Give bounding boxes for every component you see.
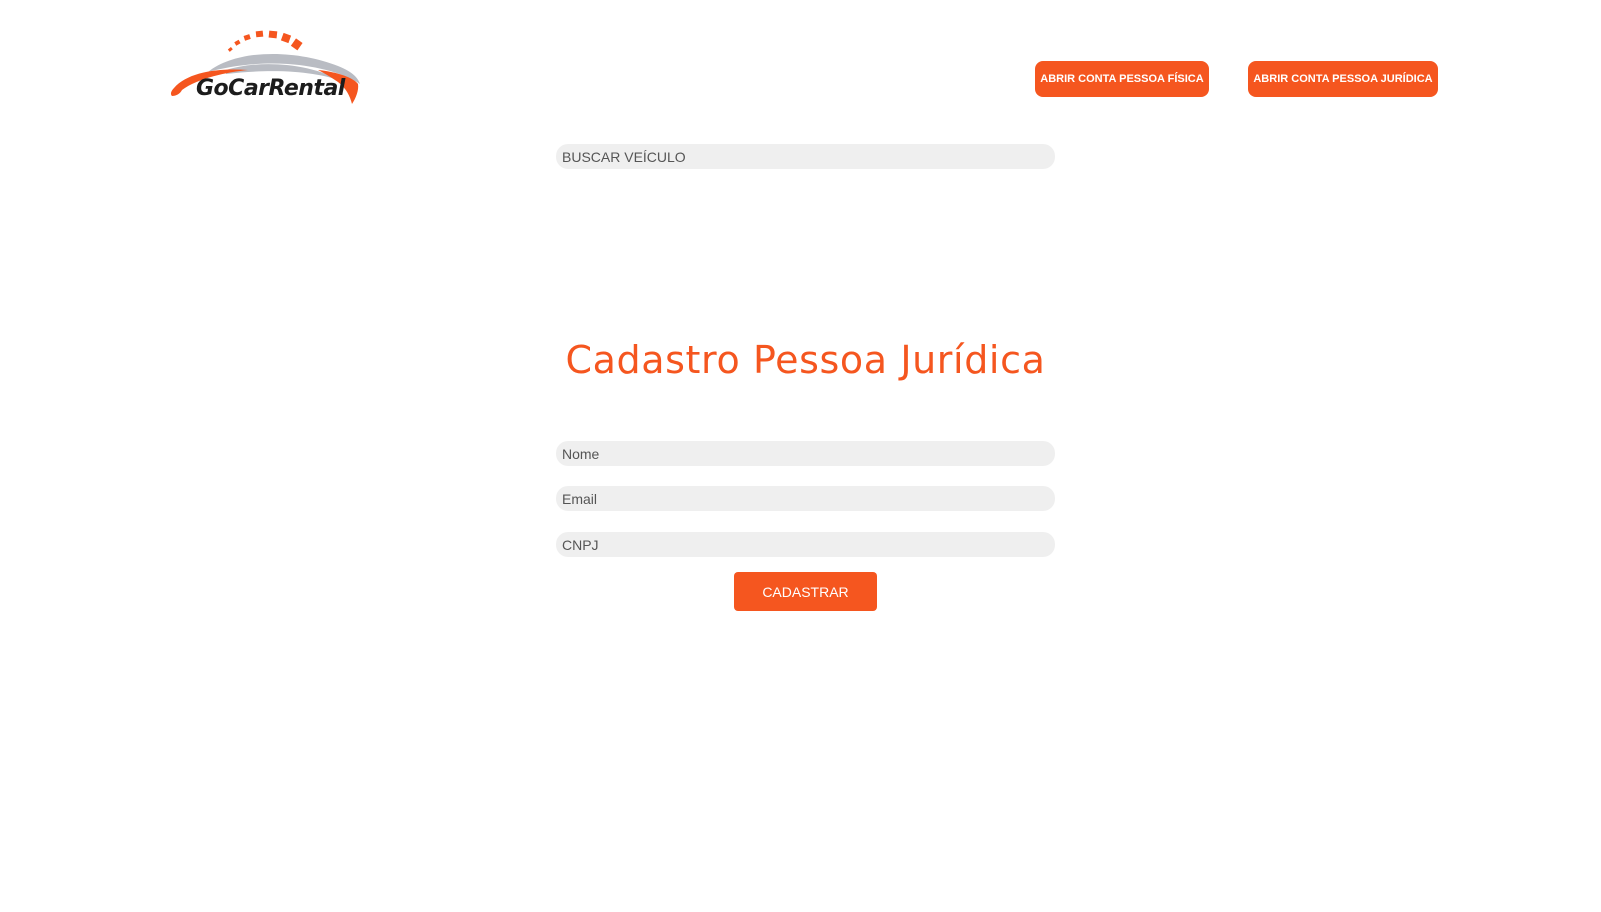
nome-field[interactable]	[556, 441, 1055, 466]
cnpj-field[interactable]	[556, 532, 1055, 557]
search-vehicle-input[interactable]	[556, 144, 1055, 169]
speedometer-dashes	[227, 30, 303, 52]
email-field[interactable]	[556, 486, 1055, 511]
page-title: Cadastro Pessoa Jurídica	[565, 338, 1046, 382]
open-account-pessoa-juridica-button[interactable]: ABRIR CONTA PESSOA JURÍDICA	[1248, 61, 1438, 97]
cadastrar-button[interactable]: CADASTRAR	[734, 572, 877, 611]
open-account-pessoa-fisica-button[interactable]: ABRIR CONTA PESSOA FÍSICA	[1035, 61, 1209, 97]
logo-text: GoCarRental	[196, 76, 345, 101]
gocarrental-logo[interactable]: GoCarRental	[168, 26, 364, 112]
